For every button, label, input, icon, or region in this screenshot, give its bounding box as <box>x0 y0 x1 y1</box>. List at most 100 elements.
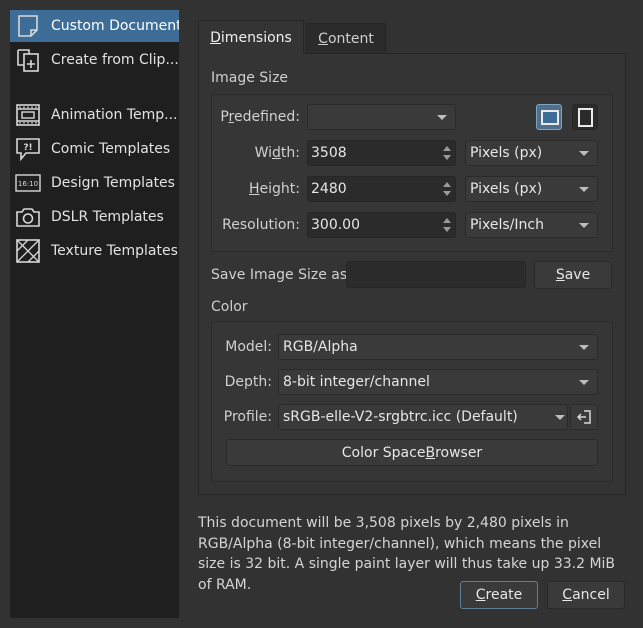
height-input[interactable]: 2480 <box>307 176 456 202</box>
profile-label: Profile: <box>223 409 272 425</box>
import-profile-icon <box>576 410 591 424</box>
depth-select[interactable]: 8-bit integer/channel <box>278 369 598 395</box>
width-input[interactable]: 3508 <box>307 140 456 166</box>
sidebar-item-label: Animation Temp... <box>51 107 178 123</box>
resolution-input[interactable]: 300.00 <box>307 212 456 238</box>
sidebar-item-label: Design Templates <box>51 175 175 191</box>
sidebar-item-design-templates[interactable]: 16:10 Design Templates <box>10 167 179 199</box>
button-label-mnemonic: B <box>425 444 436 461</box>
animation-template-icon <box>15 102 41 128</box>
profile-value: sRGB-elle-V2-srgbtrc.icc (Default) <box>283 409 518 425</box>
button-label-rest: ancel <box>572 587 610 603</box>
sidebar-item-label: Comic Templates <box>51 141 171 157</box>
predefined-label-rest: edefined: <box>233 109 300 125</box>
sidebar-item-comic-templates[interactable]: ?! Comic Templates <box>10 133 179 165</box>
sidebar-item-label: Custom Document <box>51 18 179 34</box>
button-label-rest: ave <box>564 267 591 283</box>
chevron-down-icon <box>579 223 589 228</box>
spin-down-icon <box>443 191 451 196</box>
save-size-button[interactable]: Save <box>534 261 612 289</box>
height-label-rest: eight: <box>259 181 300 197</box>
tab-dimensions[interactable]: Dimensions <box>198 20 304 54</box>
resolution-unit-select[interactable]: Pixels/Inch <box>465 212 598 238</box>
button-label-mnemonic: C <box>562 587 573 603</box>
spin-down-icon <box>443 155 451 160</box>
sidebar-item-texture-templates[interactable]: Texture Templates <box>10 235 179 267</box>
height-unit-select[interactable]: Pixels (px) <box>465 176 598 202</box>
design-icon-text: 16:10 <box>18 180 38 188</box>
depth-label: Depth: <box>224 374 272 390</box>
spin-up-icon <box>443 146 451 151</box>
sidebar-item-label: DSLR Templates <box>51 209 164 225</box>
clipboard-document-icon <box>15 47 41 73</box>
sidebar-item-custom-document[interactable]: Custom Document <box>10 10 179 42</box>
width-label: Width: <box>214 145 300 161</box>
tab-label-rest: imensions <box>220 29 292 46</box>
height-unit-value: Pixels (px) <box>470 181 543 197</box>
texture-icon <box>15 238 41 264</box>
import-profile-button[interactable] <box>570 404 598 430</box>
model-label: Model: <box>225 339 272 355</box>
comic-balloon-icon: ?! <box>15 136 41 162</box>
height-stepper[interactable] <box>439 177 455 201</box>
tab-label-mnemonic: C <box>318 31 328 47</box>
sidebar-item-animation-templates[interactable]: Animation Temp... <box>10 99 179 131</box>
spin-up-icon <box>443 182 451 187</box>
button-label-rest: rowser <box>435 444 483 461</box>
height-label-mnemonic: H <box>249 181 260 197</box>
model-value: RGB/Alpha <box>283 339 358 355</box>
landscape-orientation-icon <box>541 110 559 125</box>
landscape-orientation-button[interactable] <box>536 104 562 130</box>
chevron-down-icon <box>579 345 589 350</box>
width-label-prefix: Wi <box>254 145 273 161</box>
sidebar-item-label: Texture Templates <box>51 243 178 259</box>
camera-icon <box>15 204 41 230</box>
chevron-down-icon <box>579 151 589 156</box>
sidebar-item-create-from-clipboard[interactable]: Create from Clip... <box>10 44 179 76</box>
save-size-input[interactable] <box>346 261 526 288</box>
predefined-label-prefix: P <box>220 109 229 125</box>
height-value: 2480 <box>311 181 347 197</box>
button-label-mnemonic: S <box>555 267 565 283</box>
color-title: Color <box>211 299 248 315</box>
button-label-rest: reate <box>485 587 523 603</box>
portrait-orientation-button[interactable] <box>572 104 598 130</box>
save-size-label: Save Image Size as: <box>211 267 352 283</box>
portrait-orientation-icon <box>578 108 593 127</box>
spin-down-icon <box>443 227 451 232</box>
width-value: 3508 <box>311 145 347 161</box>
height-label: Height: <box>214 181 300 197</box>
sidebar-item-dslr-templates[interactable]: DSLR Templates <box>10 201 179 233</box>
predefined-label: Predefined: <box>214 109 300 125</box>
svg-text:?!: ?! <box>23 143 32 153</box>
resolution-unit-value: Pixels/Inch <box>470 217 544 233</box>
design-16-10-icon: 16:10 <box>15 170 41 196</box>
custom-document-icon <box>15 13 41 39</box>
tab-label-mnemonic: D <box>210 29 221 46</box>
chevron-down-icon <box>437 115 447 120</box>
cancel-button[interactable]: Cancel <box>547 581 625 609</box>
depth-value: 8-bit integer/channel <box>283 374 430 390</box>
image-size-title: Image Size <box>211 70 289 86</box>
tab-content[interactable]: Content <box>306 23 386 54</box>
spin-up-icon <box>443 218 451 223</box>
resolution-label: Resolution: <box>222 217 300 233</box>
profile-select[interactable]: sRGB-elle-V2-srgbtrc.icc (Default) <box>278 404 568 430</box>
button-label-prefix: Color Space <box>341 444 426 461</box>
button-label-mnemonic: C <box>475 587 486 603</box>
color-space-browser-button[interactable]: Color Space Browser <box>226 439 598 466</box>
chevron-down-icon <box>579 187 589 192</box>
chevron-down-icon <box>579 380 589 385</box>
width-unit-select[interactable]: Pixels (px) <box>465 140 598 166</box>
resolution-value: 300.00 <box>311 217 360 233</box>
width-stepper[interactable] <box>439 141 455 165</box>
template-sidebar: Custom Document Create from Clip... Anim… <box>10 10 179 618</box>
predefined-select[interactable] <box>307 104 456 130</box>
sidebar-item-label: Create from Clip... <box>51 52 179 68</box>
width-label-rest: th: <box>280 145 300 161</box>
width-unit-value: Pixels (px) <box>470 145 543 161</box>
model-select[interactable]: RGB/Alpha <box>278 334 598 360</box>
resolution-stepper[interactable] <box>439 213 455 237</box>
create-button[interactable]: Create <box>460 581 538 609</box>
tab-label-rest: ontent <box>327 31 374 47</box>
